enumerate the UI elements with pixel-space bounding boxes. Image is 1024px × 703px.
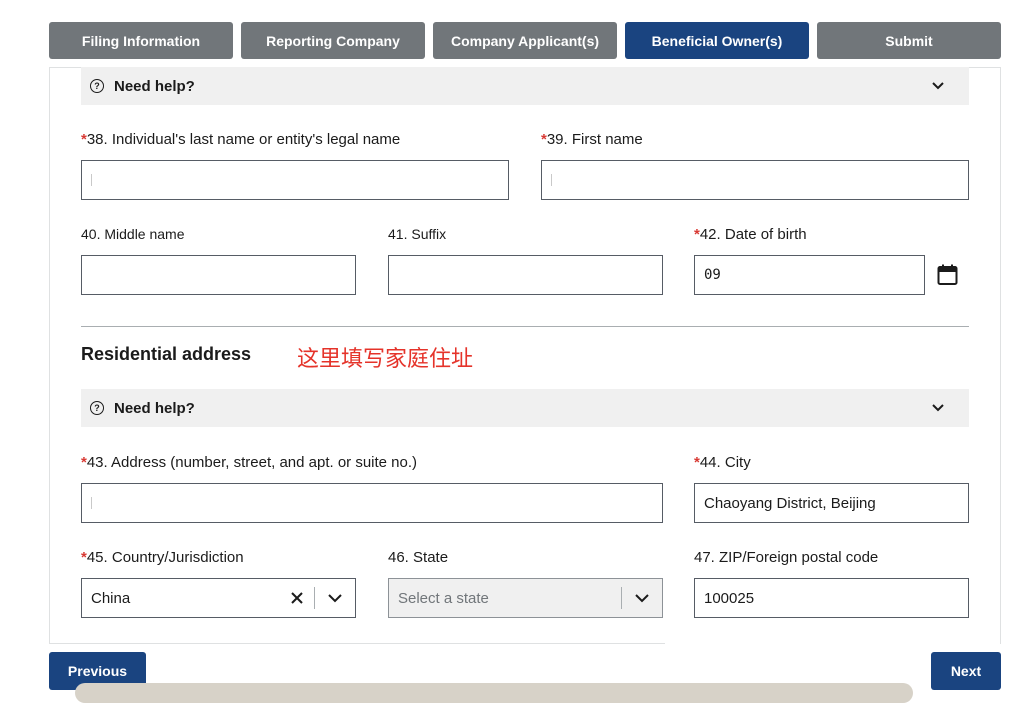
- suffix-label: 41. Suffix: [388, 226, 447, 242]
- clear-x-icon[interactable]: [290, 591, 304, 605]
- suffix-input[interactable]: [388, 255, 663, 295]
- calendar-icon[interactable]: [937, 264, 958, 286]
- country-label-text: 45. Country/Jurisdiction: [86, 549, 244, 566]
- address-input[interactable]: [81, 483, 663, 523]
- first-name-label-text: 39. First name: [546, 131, 643, 148]
- city-label: *44. City: [694, 454, 751, 471]
- state-select-controls: [611, 579, 662, 617]
- dob-label-text: 42. Date of birth: [699, 226, 807, 243]
- address-label: *43. Address (number, street, and apt. o…: [81, 454, 417, 471]
- chevron-down-icon[interactable]: [327, 591, 343, 605]
- last-name-label: *38. Individual's last name or entity's …: [81, 131, 400, 148]
- select-separator: [621, 587, 622, 609]
- dob-input[interactable]: 09: [694, 255, 925, 295]
- country-select-controls: [290, 579, 355, 617]
- question-circle-icon: ?: [90, 79, 104, 93]
- zip-label: 47. ZIP/Foreign postal code: [694, 549, 879, 566]
- country-select-value: China: [91, 589, 131, 607]
- residential-address-heading: Residential address: [81, 344, 252, 364]
- frame-right-border: [1000, 67, 1001, 644]
- select-separator: [314, 587, 315, 609]
- middle-name-label: 40. Middle name: [81, 226, 185, 242]
- next-button[interactable]: Next: [931, 652, 1001, 690]
- text-cursor: [91, 497, 92, 509]
- help-label: Need help?: [114, 399, 195, 417]
- last-name-label-text: 38. Individual's last name or entity's l…: [86, 131, 401, 148]
- floating-toolbar: [75, 683, 913, 703]
- tab-filing-information[interactable]: Filing Information: [49, 22, 233, 59]
- chevron-down-icon: [932, 82, 944, 90]
- state-label: 46. State: [388, 549, 449, 566]
- country-label: *45. Country/Jurisdiction: [81, 549, 244, 566]
- question-circle-icon: ?: [90, 401, 104, 415]
- middle-name-input[interactable]: [81, 255, 356, 295]
- tab-company-applicants[interactable]: Company Applicant(s): [433, 22, 617, 59]
- last-name-input[interactable]: [81, 160, 509, 200]
- tab-reporting-company[interactable]: Reporting Company: [241, 22, 425, 59]
- frame-bottom-border: [49, 643, 665, 644]
- state-select-placeholder: Select a state: [398, 589, 489, 607]
- help-label: Need help?: [114, 77, 195, 95]
- text-cursor: [91, 174, 92, 186]
- city-input[interactable]: Chaoyang District, Beijing: [694, 483, 969, 523]
- country-select[interactable]: China: [81, 578, 356, 618]
- first-name-label: *39. First name: [541, 131, 643, 148]
- tab-beneficial-owners[interactable]: Beneficial Owner(s): [625, 22, 809, 59]
- section-divider: [81, 326, 969, 327]
- step-tabs: Filing Information Reporting Company Com…: [49, 22, 1001, 60]
- first-name-input[interactable]: [541, 160, 969, 200]
- dob-label: *42. Date of birth: [694, 226, 807, 243]
- annotation-note: 这里填写家庭住址: [297, 347, 474, 372]
- text-cursor: [551, 174, 552, 186]
- frame-left-border: [49, 67, 50, 644]
- help-accordion-address[interactable]: ? Need help?: [81, 389, 969, 427]
- chevron-down-icon[interactable]: [634, 591, 650, 605]
- chevron-down-icon: [932, 404, 944, 412]
- help-accordion-identity[interactable]: ? Need help?: [81, 67, 969, 105]
- state-select[interactable]: Select a state: [388, 578, 663, 618]
- tab-submit[interactable]: Submit: [817, 22, 1001, 59]
- zip-input[interactable]: 100025: [694, 578, 969, 618]
- city-label-text: 44. City: [699, 454, 751, 471]
- address-label-text: 43. Address (number, street, and apt. or…: [86, 454, 418, 471]
